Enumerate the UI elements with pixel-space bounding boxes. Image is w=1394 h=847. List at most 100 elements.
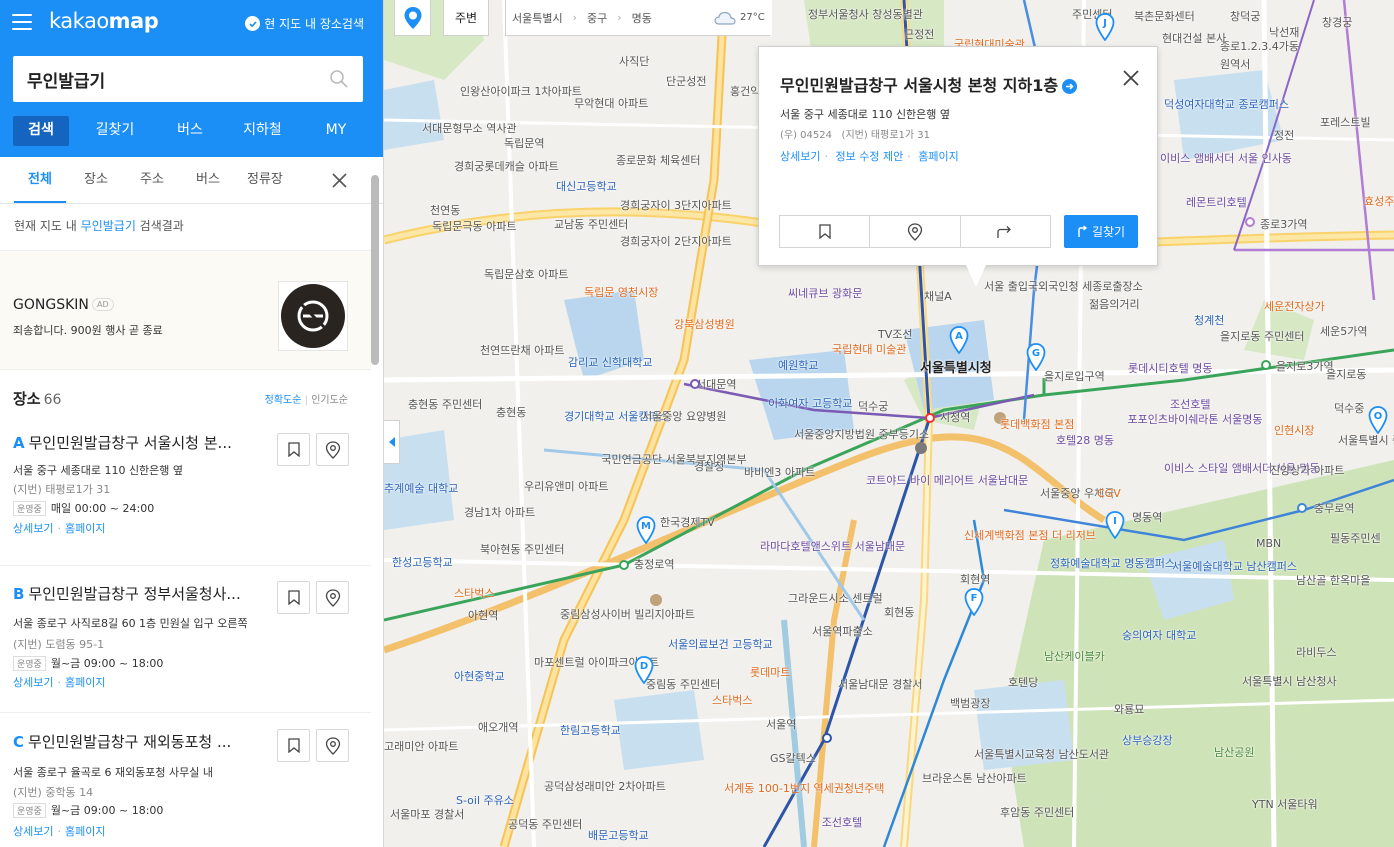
place-item-a[interactable]: A 무인민원발급창구 서울시청 본... 서울 중구 세종대로 110 신한은행 … bbox=[0, 424, 371, 564]
tab-subway[interactable]: 지하철 bbox=[219, 116, 306, 146]
menu-icon[interactable] bbox=[12, 14, 32, 30]
map-label: TV조선 bbox=[878, 328, 913, 341]
map-label: 경희궁롯데캐슬 아파트 bbox=[454, 160, 559, 173]
map-marker-a[interactable]: A bbox=[949, 326, 969, 354]
subtab-bus[interactable]: 버스 bbox=[196, 157, 220, 203]
sidebar-scrollbar[interactable] bbox=[371, 175, 379, 365]
search-icon[interactable] bbox=[329, 69, 349, 89]
detail-link[interactable]: 상세보기 bbox=[13, 522, 53, 535]
map-label: 남산골 한옥마을 bbox=[1296, 574, 1371, 587]
close-icon[interactable] bbox=[332, 173, 347, 188]
map-label: 포포인츠바이쉐라톤 서울명동 bbox=[1127, 413, 1263, 426]
map-label: 조선호텔 bbox=[821, 816, 863, 829]
map-label: 대신고등학교 bbox=[556, 180, 617, 193]
breadcrumb-neighborhood[interactable]: 명동 bbox=[632, 10, 652, 26]
map-label: 코트야드 바이 메리어트 서울남대문 bbox=[866, 474, 1029, 487]
popup-detail-link[interactable]: 상세보기 bbox=[780, 150, 820, 163]
subtab-address[interactable]: 주소 bbox=[140, 157, 164, 203]
map-label: 서울마포 경찰서 bbox=[390, 808, 465, 821]
map-label: 호텐당 bbox=[1008, 676, 1039, 689]
map-marker-j[interactable]: J bbox=[1095, 13, 1115, 41]
detail-link[interactable]: 상세보기 bbox=[13, 825, 53, 838]
nearby-button[interactable]: 주변 bbox=[443, 0, 489, 36]
map-label: 인현시장 bbox=[1274, 424, 1315, 437]
map-label: 서대문형무소 역사관 bbox=[422, 122, 517, 135]
weather-widget[interactable]: 27°C bbox=[707, 0, 772, 35]
tab-search[interactable]: 검색 bbox=[13, 116, 69, 146]
ad-banner[interactable]: GONGSKIN AD 죄송합니다. 900원 행사 곧 종료 bbox=[0, 250, 371, 370]
breadcrumb-city[interactable]: 서울특별시 bbox=[512, 10, 563, 26]
arrow-right-icon[interactable] bbox=[1062, 79, 1078, 94]
tab-my[interactable]: MY bbox=[306, 116, 366, 146]
station-euljiro3ga[interactable] bbox=[1261, 360, 1271, 370]
popup-roadview-button[interactable] bbox=[870, 216, 961, 247]
map-label: 스타벅스 bbox=[454, 587, 495, 600]
sort-popularity[interactable]: 인기도순 bbox=[311, 395, 348, 406]
map-label: 단군성전 bbox=[666, 75, 707, 88]
subtab-stop[interactable]: 정류장 bbox=[247, 157, 283, 203]
homepage-link[interactable]: 홈페이지 bbox=[65, 676, 105, 689]
share-icon bbox=[997, 225, 1012, 238]
map-marker-m[interactable]: M bbox=[636, 516, 656, 544]
map-label: 시청역 bbox=[940, 411, 971, 424]
location-pin-button[interactable] bbox=[316, 581, 349, 614]
bookmark-button[interactable] bbox=[277, 581, 310, 614]
map-label: 독립문극동 아파트 bbox=[432, 220, 517, 233]
search-input[interactable] bbox=[13, 56, 303, 102]
station-seodaemun[interactable] bbox=[690, 379, 700, 389]
map-label: 서울예술대학교 남산캠퍼스 bbox=[1172, 560, 1297, 573]
map-label: 세운전자상가 bbox=[1264, 300, 1325, 313]
place-item-c[interactable]: C 무인민원발급창구 재외동포청 ... 서울 종로구 율곡로 6 재외동포청 사… bbox=[0, 712, 371, 847]
popup-suggest-edit-link[interactable]: 정보 수정 제안 bbox=[835, 150, 903, 163]
subtab-all[interactable]: 전체 bbox=[14, 157, 66, 203]
place-item-b[interactable]: B 무인민원발급창구 정부서울청사... 서울 종로구 사직로8길 60 1층 민… bbox=[0, 565, 371, 705]
station-chungmuro[interactable] bbox=[1297, 503, 1307, 513]
map-label: 서울중앙 우체국 bbox=[1040, 487, 1115, 500]
homepage-link[interactable]: 홈페이지 bbox=[65, 522, 105, 535]
popup-title[interactable]: 무인민원발급창구 서울시청 본청 지하1층 bbox=[780, 72, 1078, 96]
close-icon[interactable] bbox=[1122, 69, 1140, 87]
map-marker-d[interactable]: D bbox=[634, 656, 654, 684]
place-title[interactable]: A 무인민원발급창구 서울시청 본... bbox=[13, 432, 232, 453]
svg-text:A: A bbox=[955, 331, 963, 342]
place-title[interactable]: C 무인민원발급창구 재외동포청 ... bbox=[13, 731, 231, 752]
map-area-search-toggle[interactable]: 현 지도 내 장소검색 bbox=[245, 15, 364, 32]
sort-accuracy[interactable]: 정확도순 bbox=[265, 395, 302, 406]
map-marker-g[interactable]: G bbox=[1026, 343, 1046, 371]
sidebar-collapse-handle[interactable] bbox=[384, 420, 400, 464]
my-location-button[interactable] bbox=[394, 0, 431, 36]
pin-icon bbox=[907, 222, 923, 241]
map-label: 상부승강장 bbox=[1122, 734, 1173, 747]
location-pin-button[interactable] bbox=[316, 729, 349, 762]
location-pin-button[interactable] bbox=[316, 433, 349, 466]
map-label: 서울역 bbox=[766, 718, 797, 731]
tab-bus[interactable]: 버스 bbox=[161, 116, 219, 146]
station-jongno3ga[interactable] bbox=[1245, 217, 1255, 227]
popup-homepage-link[interactable]: 홈페이지 bbox=[918, 150, 958, 163]
popup-share-button[interactable] bbox=[961, 216, 1050, 247]
map-label: 독립문삼호 아파트 bbox=[484, 268, 569, 281]
location-icon bbox=[404, 6, 421, 29]
subtab-places[interactable]: 장소 bbox=[84, 157, 108, 203]
station-city-hall[interactable] bbox=[925, 413, 935, 423]
map-label: 젊음의거리 bbox=[1089, 298, 1140, 311]
bookmark-button[interactable] bbox=[277, 729, 310, 762]
map-marker-i[interactable]: I bbox=[1105, 511, 1125, 539]
map-label: 무악현대 아파트 bbox=[574, 97, 649, 110]
popup-actions bbox=[779, 215, 1051, 248]
tab-directions[interactable]: 길찾기 bbox=[69, 116, 161, 146]
bookmark-button[interactable] bbox=[277, 433, 310, 466]
place-title[interactable]: B 무인민원발급창구 정부서울청사... bbox=[13, 583, 241, 604]
popup-bookmark-button[interactable] bbox=[780, 216, 871, 247]
station-seoul[interactable] bbox=[822, 733, 832, 743]
detail-link[interactable]: 상세보기 bbox=[13, 676, 53, 689]
map-label: 브라운스톤 남산아파트 bbox=[922, 772, 1027, 785]
homepage-link[interactable]: 홈페이지 bbox=[65, 825, 105, 838]
map-marker-o[interactable]: O bbox=[1368, 406, 1388, 434]
logo[interactable]: kakaomap bbox=[49, 9, 159, 33]
station-chungjeongno[interactable] bbox=[619, 560, 629, 570]
breadcrumb-district[interactable]: 중구 bbox=[587, 10, 607, 26]
map-label: 한림고등학교 bbox=[560, 724, 621, 737]
popup-directions-button[interactable]: 길찾기 bbox=[1064, 215, 1138, 248]
map-marker-f[interactable]: F bbox=[964, 588, 984, 616]
